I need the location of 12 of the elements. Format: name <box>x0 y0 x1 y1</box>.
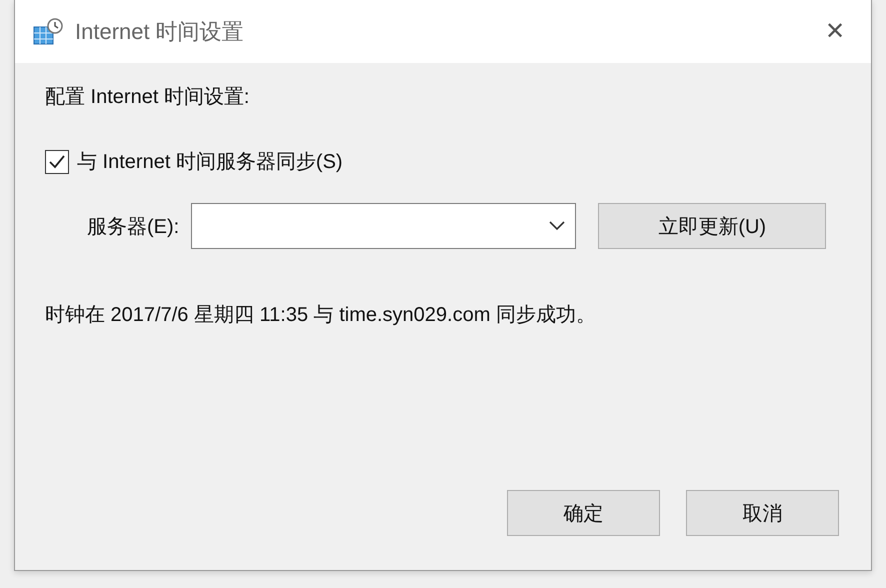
heading: 配置 Internet 时间设置: <box>45 85 250 110</box>
server-label: 服务器(E): <box>87 214 180 240</box>
sync-status-text: 时钟在 2017/7/6 星期四 11:35 与 time.syn029.com 同步成功。 <box>45 303 597 328</box>
dialog-button[interactable]: 确定 <box>507 490 660 536</box>
sync-checkbox-label: 与 Internet 时间服务器同步(S) <box>77 150 343 175</box>
dialog-button[interactable]: 取消 <box>686 490 839 536</box>
chevron-down-icon <box>549 221 566 231</box>
window-title: Internet 时间设置 <box>75 18 245 46</box>
sync-checkbox[interactable] <box>45 150 69 174</box>
server-combo-box[interactable] <box>191 203 576 249</box>
update-now-button[interactable]: 立即更新(U) <box>598 203 826 249</box>
close-button[interactable]: ✕ <box>809 12 861 52</box>
